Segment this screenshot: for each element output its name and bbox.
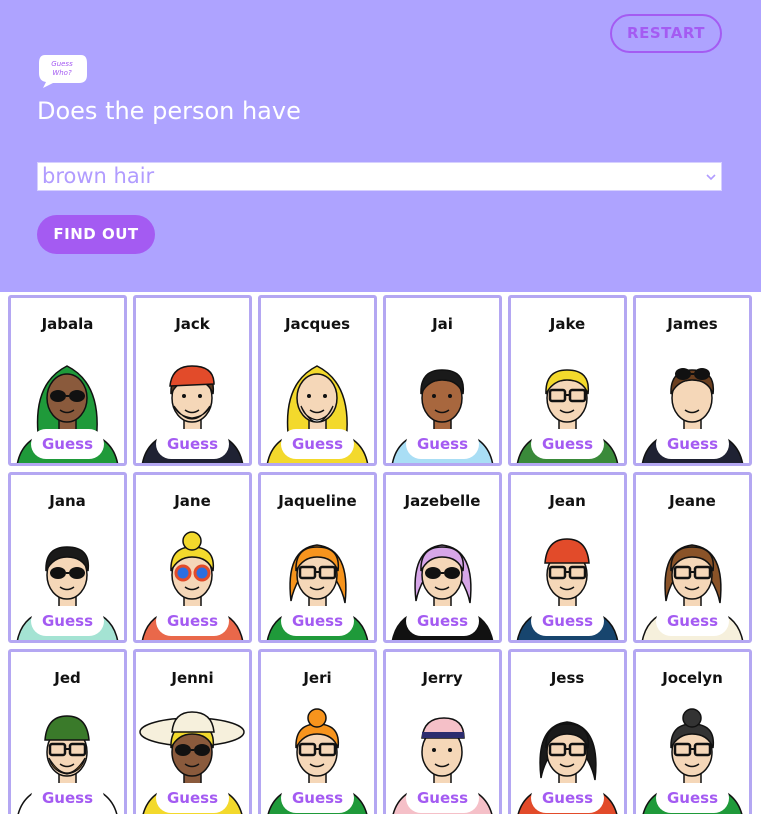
guess-button[interactable]: Guess — [31, 606, 104, 636]
character-card-jean: Jean Guess — [508, 472, 627, 643]
character-card-jacques: Jacques Guess — [258, 295, 377, 466]
guess-button[interactable]: Guess — [406, 606, 479, 636]
character-name: Jane — [174, 492, 211, 510]
character-card-jai: Jai Guess — [383, 295, 502, 466]
guess-button[interactable]: Guess — [406, 783, 479, 813]
guess-button[interactable]: Guess — [656, 783, 729, 813]
character-card-jaqueline: Jaqueline Guess — [258, 472, 377, 643]
guess-button[interactable]: Guess — [156, 606, 229, 636]
guess-button[interactable]: Guess — [156, 783, 229, 813]
character-card-jane: Jane Guess — [133, 472, 252, 643]
character-card-james: James Guess — [633, 295, 752, 466]
character-name: Jake — [549, 315, 586, 333]
character-card-jocelyn: Jocelyn Guess — [633, 649, 752, 814]
guess-button[interactable]: Guess — [31, 429, 104, 459]
question-text: Does the person have — [37, 97, 301, 125]
character-name: Jai — [432, 315, 453, 333]
character-name: Jazebelle — [404, 492, 481, 510]
character-name: Jacques — [284, 315, 351, 333]
character-name: Jeri — [303, 669, 332, 687]
attribute-select[interactable]: brown hair — [37, 162, 722, 191]
character-card-jess: Jess Guess — [508, 649, 627, 814]
guess-button[interactable]: Guess — [531, 606, 604, 636]
character-name: Jack — [175, 315, 210, 333]
guess-button[interactable]: Guess — [531, 429, 604, 459]
character-name: Jenni — [171, 669, 214, 687]
character-name: Jean — [549, 492, 586, 510]
character-name: Jaqueline — [278, 492, 357, 510]
character-card-jana: Jana Guess — [8, 472, 127, 643]
character-name: Jess — [550, 669, 585, 687]
guess-button[interactable]: Guess — [656, 606, 729, 636]
character-card-jeane: Jeane Guess — [633, 472, 752, 643]
character-card-jack: Jack Guess — [133, 295, 252, 466]
guess-button[interactable]: Guess — [281, 429, 354, 459]
character-card-jerry: Jerry Guess — [383, 649, 502, 814]
guess-button[interactable]: Guess — [281, 783, 354, 813]
select-value: brown hair — [42, 164, 155, 188]
top-panel: RESTART Guess Who? Does the person have … — [0, 0, 761, 292]
guess-button[interactable]: Guess — [156, 429, 229, 459]
character-name: Jerry — [422, 669, 463, 687]
character-card-jed: Jed Guess — [8, 649, 127, 814]
character-name: Jabala — [41, 315, 94, 333]
guess-button[interactable]: Guess — [531, 783, 604, 813]
character-name: Jocelyn — [662, 669, 723, 687]
guess-button[interactable]: Guess — [656, 429, 729, 459]
character-name: Jeane — [669, 492, 716, 510]
guess-button[interactable]: Guess — [406, 429, 479, 459]
character-name: Jana — [49, 492, 86, 510]
logo-text: Guess Who? — [51, 60, 73, 77]
character-name: James — [667, 315, 718, 333]
character-card-jabala: Jabala Guess — [8, 295, 127, 466]
character-card-jazebelle: Jazebelle Guess — [383, 472, 502, 643]
character-name: Jed — [54, 669, 81, 687]
guess-button[interactable]: Guess — [31, 783, 104, 813]
chevron-down-icon — [706, 174, 716, 181]
character-card-jeri: Jeri Guess — [258, 649, 377, 814]
character-card-jenni: Jenni Guess — [133, 649, 252, 814]
guess-button[interactable]: Guess — [281, 606, 354, 636]
find-out-button[interactable]: FIND OUT — [37, 215, 155, 254]
restart-button[interactable]: RESTART — [610, 14, 722, 53]
character-card-jake: Jake Guess — [508, 295, 627, 466]
character-board: Jabala Guess Jack Guess Jacques Guess Jai Guess… — [0, 292, 761, 814]
